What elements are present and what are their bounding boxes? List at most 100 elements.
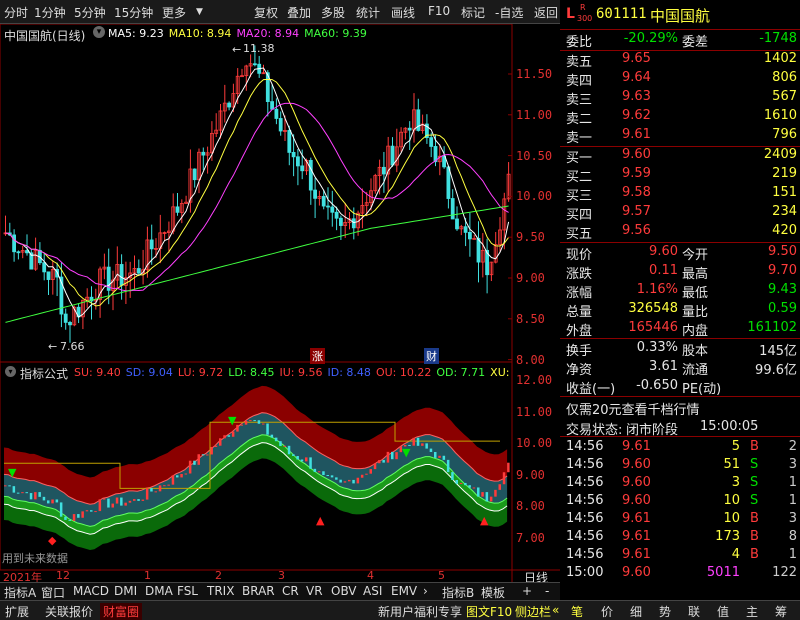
tab-brar[interactable]: BRAR [242,584,275,598]
period-intraday-button[interactable]: 分时 [4,4,28,21]
multi-stock-button[interactable]: 多股 [321,4,345,21]
tab-asi[interactable]: ASI [363,584,382,598]
adjust-button[interactable]: 复权 [254,4,278,21]
ask-volume: 1402 [763,51,797,66]
stat-label: 最低 [682,286,709,301]
trend-tab[interactable]: 势 [659,603,671,620]
bid-price: 9.59 [622,166,651,181]
sidebar-toggle[interactable]: 侧边栏 [515,603,551,620]
indicator-label-4: IU: 9.56 [279,366,323,379]
tick-volume: 10 [723,511,740,526]
chips-tab[interactable]: 筹 [775,603,787,620]
tick-row: 14:56 9.60 51 S 3 [560,457,800,476]
tab-dma[interactable]: DMA [145,584,173,598]
tick-count: 122 [772,565,797,580]
tick-side: B [750,439,759,454]
period-15min-button[interactable]: 15分钟 [114,4,153,21]
bid-label: 买二 [566,170,593,185]
value-tab[interactable]: 值 [717,603,729,620]
x-label-mar: 3 [278,569,285,582]
main-force-tab[interactable]: 主 [746,603,758,620]
remove-watchlist-button[interactable]: -自选 [495,4,523,21]
f10-button[interactable]: F10 [428,4,450,18]
y-tick-label: 8.50 [516,311,545,326]
chevron-down-icon[interactable]: ▼ [196,7,203,17]
graphic-f10-link[interactable]: 图文F10 [466,603,512,620]
y-tick-label: 7.00 [516,530,545,545]
tick-time: 14:56 [566,475,604,490]
tab-dmi[interactable]: DMI [114,584,137,598]
y-tick-label: 11.50 [516,67,553,81]
period-1min-button[interactable]: 1分钟 [34,4,66,21]
stat-value: 9.43 [768,282,797,297]
tab-vr[interactable]: VR [306,584,323,598]
add-window-button[interactable]: + [522,584,532,598]
level2-promo-link[interactable]: 仅需20元查看千档行情 [566,399,700,418]
overlay-button[interactable]: 叠加 [287,4,311,21]
bid-price: 9.56 [622,223,651,238]
financial-report-marker[interactable]: 财 [424,348,439,364]
ma-lines [5,67,510,323]
x-axis: 2021年 12 1 2 3 4 5 日线 [0,569,560,585]
indicator-label-7: OD: 7.71 [436,366,486,379]
ask-volume: 806 [772,70,797,85]
related-quotes-button[interactable]: 关联报价 [45,603,93,620]
bid-label: 买四 [566,208,593,223]
promo-row: 仅需20元查看千档行情 [560,399,800,418]
bid-volume: 420 [772,223,797,238]
period-5min-button[interactable]: 5分钟 [74,4,106,21]
new-user-promo-link[interactable]: 新用户福利专享 [378,603,462,620]
tab-obv[interactable]: OBV [331,584,357,598]
back-button[interactable]: 返回 [534,4,558,21]
tab-emv[interactable]: EMV [391,584,417,598]
tick-volume: 5011 [706,565,740,580]
tick-time: 14:56 [566,511,604,526]
draw-line-button[interactable]: 画线 [391,4,415,21]
statistics-button[interactable]: 统计 [356,4,380,21]
tab-template[interactable]: 模板 [481,584,505,601]
wealth-circle-button[interactable]: 财富圈 [100,603,143,620]
quote-header: L R 300 601111 中国国航 [560,0,800,30]
tab-window[interactable]: 窗口 [41,584,65,601]
bid-label: 买五 [566,227,593,242]
limit-up-marker[interactable]: 涨 [310,348,325,364]
mark-button[interactable]: 标记 [461,4,485,21]
svg-text:◆: ◆ [48,534,57,547]
remove-window-button[interactable]: - [545,584,549,598]
bid-volume: 2409 [763,147,797,162]
high-arrow-icon: ← [232,43,242,56]
expand-button[interactable]: 扩展 [5,603,29,620]
fundamental-label: 流通 [682,363,709,378]
chevron-right-icon[interactable]: › [423,584,428,598]
indicator-settings-icon[interactable]: ▾ [5,366,16,377]
y-tick-label: 8.00 [516,499,545,513]
tick-side: S [750,493,759,508]
tick-side: S [750,475,759,490]
tab-cr[interactable]: CR [282,584,299,598]
detail-tab[interactable]: 细 [630,603,642,620]
tab-indicator-a[interactable]: 指标A [4,584,36,601]
tab-trix[interactable]: TRIX [207,584,234,598]
index-badge: 300 [577,14,593,23]
tab-indicator-b[interactable]: 指标B [442,584,474,601]
tick-time: 14:56 [566,439,604,454]
linked-tab[interactable]: 联 [688,603,700,620]
tab-fsl[interactable]: FSL [177,584,198,598]
indicator-title: 指标公式 [20,367,69,381]
tab-macd[interactable]: MACD [73,584,109,598]
divider [560,50,800,51]
ask-price: 9.61 [622,127,651,142]
bid-price: 9.58 [622,185,651,200]
price-tab[interactable]: 价 [601,603,613,620]
stat-row: 总量 326548 量比 0.59 [560,301,800,320]
weibi-value: -20.29% [623,31,678,46]
stat-label: 现价 [566,248,593,263]
chart-toolbar: 分时 1分钟 5分钟 15分钟 更多 ▼ 复权 叠加 多股 统计 画线 F10 … [0,0,560,24]
tick-count: 3 [788,511,797,526]
settings-icon[interactable]: ▾ [93,26,105,38]
bid-row: 买四 9.57 234 [560,204,800,223]
double-chevron-left-icon[interactable]: « [552,603,559,617]
tick-tab[interactable]: 笔 [571,603,583,620]
kline-chart[interactable]: ▼ ▼ ▼ ◆ ▲ ▲ [0,24,560,582]
period-more-button[interactable]: 更多 [162,4,186,21]
